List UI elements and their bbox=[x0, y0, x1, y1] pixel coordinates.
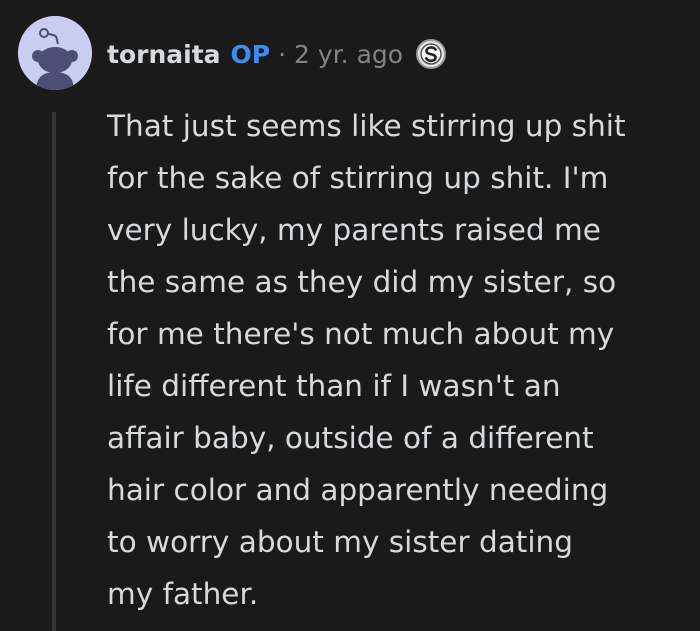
thread-collapse-line[interactable] bbox=[52, 112, 56, 631]
author-username[interactable]: tornaita bbox=[107, 40, 221, 69]
meta-separator: · bbox=[278, 39, 287, 69]
comment: tornaita OP · 2 yr. ago That just seems … bbox=[0, 0, 700, 631]
comment-body-line: affair baby, outside of a different bbox=[107, 421, 594, 455]
comment-meta: tornaita OP · 2 yr. ago bbox=[107, 36, 447, 72]
comment-body-line: for me there's not much about my bbox=[107, 317, 615, 351]
comment-body-line: very lucky, my parents raised me bbox=[107, 213, 601, 247]
snoo-avatar-icon[interactable] bbox=[18, 16, 92, 90]
comment-body-line: my father. bbox=[107, 577, 259, 611]
silver-award-icon[interactable] bbox=[415, 38, 447, 70]
comment-body-line: for the sake of stirring up shit. I'm bbox=[107, 161, 609, 195]
op-badge: OP bbox=[230, 39, 271, 69]
comment-body-line: hair color and apparently needing bbox=[107, 473, 609, 507]
comment-body-line: That just seems like stirring up shit bbox=[107, 109, 626, 143]
comment-body-line: the same as they did my sister, so bbox=[107, 265, 617, 299]
comment-body-line: to worry about my sister dating bbox=[107, 525, 573, 559]
comment-body: That just seems like stirring up shit fo… bbox=[107, 100, 687, 620]
comment-timestamp[interactable]: 2 yr. ago bbox=[294, 40, 403, 69]
comment-body-line: life different than if I wasn't an bbox=[107, 369, 561, 403]
